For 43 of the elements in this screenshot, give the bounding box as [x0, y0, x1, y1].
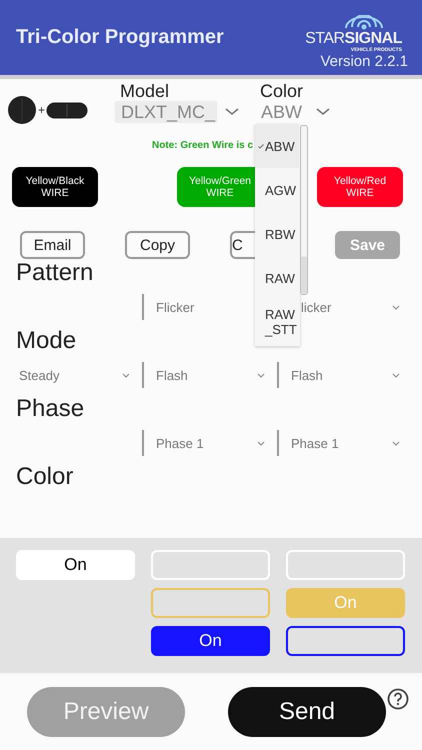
- model-label: Model: [119, 81, 170, 101]
- chevron-down-icon: [257, 372, 265, 378]
- wire-button[interactable]: Yellow/Black WIRE: [12, 167, 98, 207]
- section-heading: Mode: [16, 327, 76, 355]
- chevron-down-icon: [316, 108, 330, 116]
- help-icon[interactable]: [387, 688, 409, 710]
- option-dropdown[interactable]: Flash: [279, 362, 412, 388]
- save-button[interactable]: Save: [335, 231, 400, 259]
- chevron-down-icon: [392, 372, 400, 378]
- chevron-down-icon: [392, 304, 400, 310]
- round-light-icon: [7, 95, 37, 125]
- option-dropdown[interactable]: Flash: [144, 362, 277, 388]
- chevron-down-icon: [392, 440, 400, 446]
- option-dropdown[interactable]: Phase 1: [279, 430, 412, 456]
- color-option[interactable]: ABW: [255, 124, 299, 168]
- color-toggle[interactable]: On: [16, 550, 135, 580]
- version-label: Version 2.2.1: [320, 52, 408, 70]
- app-title: Tri-Color Programmer: [16, 26, 224, 49]
- chevron-down-icon: [257, 440, 265, 446]
- chevron-down-icon: [122, 372, 130, 378]
- brand-logo: STARSIGNAL: [305, 30, 402, 46]
- footer-button[interactable]: Send: [228, 686, 386, 736]
- action-button[interactable]: Copy: [125, 231, 190, 259]
- color-dropdown[interactable]: ABW: [255, 101, 330, 123]
- section-heading: Phase: [16, 395, 84, 423]
- plus-sign: +: [38, 103, 46, 117]
- action-button[interactable]: Email: [20, 231, 85, 259]
- color-option[interactable]: RAW: [255, 256, 299, 300]
- chevron-down-icon: [225, 108, 239, 116]
- note-text: Note: Green Wire is c: [152, 139, 254, 153]
- section-heading: Pattern: [16, 259, 94, 287]
- color-option[interactable]: RBW: [255, 212, 299, 256]
- option-dropdown[interactable]: Phase 1: [144, 430, 277, 456]
- color-toggle[interactable]: On: [151, 626, 270, 656]
- check-icon: [258, 144, 264, 149]
- scrollbar[interactable]: [300, 125, 308, 295]
- wire-button[interactable]: Yellow/Red WIRE: [317, 167, 403, 207]
- color-label: Color: [259, 81, 304, 101]
- option-dropdown[interactable]: Steady: [7, 362, 142, 388]
- color-toggle[interactable]: [286, 626, 405, 656]
- bar-light-icon: [46, 102, 88, 118]
- color-option[interactable]: RAW _STT: [255, 300, 299, 344]
- section-heading: Color: [16, 463, 74, 491]
